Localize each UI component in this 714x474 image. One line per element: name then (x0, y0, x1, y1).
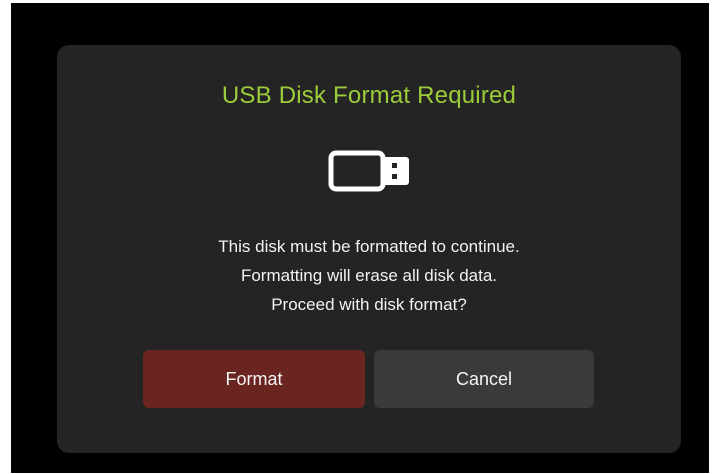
message-line: Proceed with disk format? (271, 295, 467, 314)
message-line: This disk must be formatted to continue. (218, 237, 520, 256)
usb-drive-icon (328, 150, 409, 192)
dialog-title: USB Disk Format Required (221, 82, 517, 109)
format-dialog: USB Disk Format Required This disk must … (57, 45, 681, 453)
screen-background: USB Disk Format Required This disk must … (11, 3, 709, 473)
cancel-button[interactable]: Cancel (374, 350, 594, 408)
dialog-message: This disk must be formatted to continue.… (57, 232, 681, 319)
format-button[interactable]: Format (143, 350, 365, 408)
message-line: Formatting will erase all disk data. (240, 266, 498, 285)
